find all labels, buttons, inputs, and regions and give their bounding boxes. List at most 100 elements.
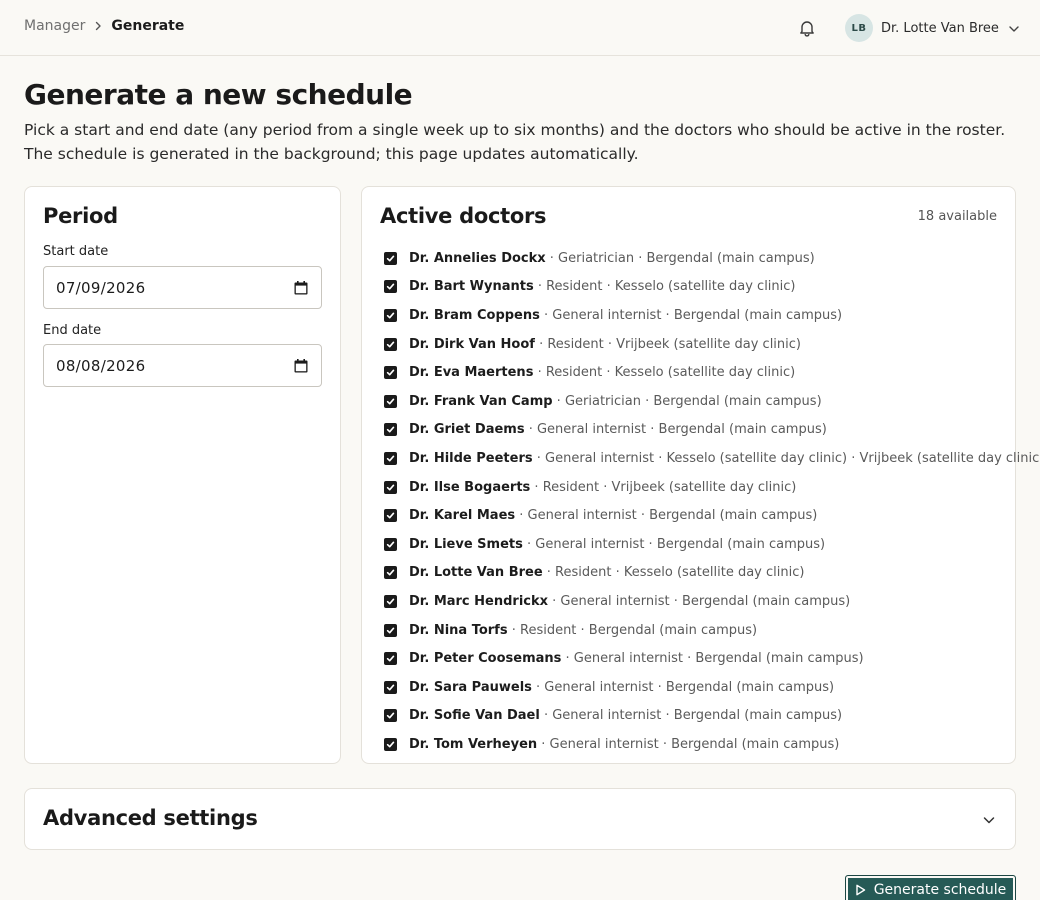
breadcrumb-current: Generate xyxy=(111,18,185,34)
calendar-icon[interactable] xyxy=(293,358,309,374)
check-icon xyxy=(386,598,395,605)
doctor-checkbox[interactable] xyxy=(384,337,397,351)
doctor-label[interactable]: Dr. Ilse Bogaerts · Resident · Vrijbeek … xyxy=(409,480,796,495)
doctor-label[interactable]: Dr. Frank Van Camp · Geriatrician · Berg… xyxy=(409,394,822,409)
user-menu[interactable]: LB Dr. Lotte Van Bree xyxy=(845,14,1021,42)
doctor-name: Dr. Lotte Van Bree xyxy=(409,565,543,581)
generate-schedule-button[interactable]: Generate schedule xyxy=(845,875,1016,900)
check-icon xyxy=(386,569,395,576)
check-icon xyxy=(386,283,395,290)
doctor-row[interactable]: Dr. Dirk Van Hoof · Resident · Vrijbeek … xyxy=(384,330,1004,359)
start-date-label: Start date xyxy=(43,244,109,259)
doctor-label[interactable]: Dr. Nina Torfs · Resident · Bergendal (m… xyxy=(409,623,757,638)
doctor-list: Dr. Annelies Dockx · Geriatrician · Berg… xyxy=(384,244,1040,759)
doctor-checkbox[interactable] xyxy=(384,423,397,437)
doctor-name: Dr. Sofie Van Dael xyxy=(409,708,540,724)
doctor-row[interactable]: Dr. Karel Maes · General internist · Ber… xyxy=(384,501,1004,530)
doctor-checkbox[interactable] xyxy=(384,394,397,408)
doctor-row[interactable]: Dr. Lotte Van Bree · Resident · Kesselo … xyxy=(384,559,1004,588)
doctor-row[interactable]: Dr. Lieve Smets · General internist · Be… xyxy=(384,530,1004,559)
doctor-checkbox[interactable] xyxy=(384,366,397,380)
check-icon xyxy=(386,255,395,262)
doctor-checkbox[interactable] xyxy=(384,451,397,465)
doctor-row[interactable]: Dr. Marc Hendrickx · General internist ·… xyxy=(384,587,1004,616)
check-icon xyxy=(386,741,395,748)
doctor-label[interactable]: Dr. Lotte Van Bree · Resident · Kesselo … xyxy=(409,565,804,580)
active-doctors-card: Active doctors 18 available Dr. Annelies… xyxy=(361,186,1040,764)
doctor-checkbox[interactable] xyxy=(384,537,397,551)
doctor-label[interactable]: Dr. Bram Coppens · General internist · B… xyxy=(409,308,842,323)
doctor-details: · General internist · Bergendal (main ca… xyxy=(531,679,835,695)
doctor-checkbox[interactable] xyxy=(384,480,397,494)
doctor-row[interactable]: Dr. Nina Torfs · Resident · Bergendal (m… xyxy=(384,616,1004,645)
doctor-checkbox[interactable] xyxy=(384,251,397,265)
avatar: LB xyxy=(845,14,873,42)
doctor-name: Dr. Marc Hendrickx xyxy=(409,593,549,609)
doctor-label[interactable]: Dr. Hilde Peeters · General internist · … xyxy=(409,451,1040,466)
doctor-checkbox[interactable] xyxy=(384,594,397,608)
doctor-checkbox[interactable] xyxy=(384,680,397,694)
breadcrumb-manager-link[interactable]: Manager xyxy=(24,18,85,34)
doctor-checkbox[interactable] xyxy=(384,566,397,580)
end-date-value: 08/08/2026 xyxy=(56,356,146,375)
doctor-checkbox[interactable] xyxy=(384,737,397,751)
doctor-name: Dr. Ilse Bogaerts xyxy=(409,479,531,495)
chevron-down-icon xyxy=(1007,21,1021,35)
doctor-row[interactable]: Dr. Eva Maertens · Resident · Kesselo (s… xyxy=(384,358,1004,387)
check-icon xyxy=(386,684,395,691)
doctor-checkbox[interactable] xyxy=(384,623,397,637)
check-icon xyxy=(386,312,395,319)
page-title: Generate a new schedule xyxy=(24,78,413,111)
doctor-name: Dr. Griet Daems xyxy=(409,422,525,438)
doctor-details: · General internist · Bergendal (main ca… xyxy=(524,422,827,438)
doctor-checkbox[interactable] xyxy=(384,280,397,294)
start-date-input[interactable]: 07/09/2026 xyxy=(43,266,322,309)
doctor-row[interactable]: Dr. Ilse Bogaerts · Resident · Vrijbeek … xyxy=(384,473,1004,502)
check-icon xyxy=(386,398,395,405)
doctor-label[interactable]: Dr. Bart Wynants · Resident · Kesselo (s… xyxy=(409,279,796,294)
end-date-input[interactable]: 08/08/2026 xyxy=(43,344,322,387)
doctor-checkbox[interactable] xyxy=(384,709,397,723)
doctor-label[interactable]: Dr. Tom Verheyen · General internist · B… xyxy=(409,737,839,752)
doctor-row[interactable]: Dr. Bart Wynants · Resident · Kesselo (s… xyxy=(384,273,1004,302)
doctor-name: Dr. Annelies Dockx xyxy=(409,250,546,266)
doctor-name: Dr. Eva Maertens xyxy=(409,365,534,381)
doctor-label[interactable]: Dr. Peter Coosemans · General internist … xyxy=(409,651,864,666)
doctor-name: Dr. Peter Coosemans xyxy=(409,651,562,667)
doctor-label[interactable]: Dr. Eva Maertens · Resident · Kesselo (s… xyxy=(409,365,795,380)
doctor-label[interactable]: Dr. Karel Maes · General internist · Ber… xyxy=(409,508,817,523)
doctor-checkbox[interactable] xyxy=(384,509,397,523)
doctor-details: · General internist · Bergendal (main ca… xyxy=(537,736,840,752)
bell-icon[interactable] xyxy=(797,18,817,38)
doctor-label[interactable]: Dr. Annelies Dockx · Geriatrician · Berg… xyxy=(409,251,815,266)
advanced-settings-toggle[interactable]: Advanced settings xyxy=(24,788,1016,850)
doctor-details: · Geriatrician · Bergendal (main campus) xyxy=(552,393,822,409)
doctor-label[interactable]: Dr. Lieve Smets · General internist · Be… xyxy=(409,537,825,552)
top-bar: Manager Generate LB Dr. Lotte Van Bree xyxy=(0,0,1040,56)
doctor-label[interactable]: Dr. Griet Daems · General internist · Be… xyxy=(409,422,827,437)
doctor-name: Dr. Sara Pauwels xyxy=(409,679,532,695)
doctor-row[interactable]: Dr. Hilde Peeters · General internist · … xyxy=(384,444,1040,473)
play-icon xyxy=(856,884,865,896)
doctor-row[interactable]: Dr. Griet Daems · General internist · Be… xyxy=(384,416,1004,445)
doctor-checkbox[interactable] xyxy=(384,652,397,666)
doctor-details: · General internist · Bergendal (main ca… xyxy=(539,307,843,323)
doctor-row[interactable]: Dr. Tom Verheyen · General internist · B… xyxy=(384,730,1004,759)
doctor-label[interactable]: Dr. Marc Hendrickx · General internist ·… xyxy=(409,594,850,609)
doctor-row[interactable]: Dr. Annelies Dockx · Geriatrician · Berg… xyxy=(384,244,1004,273)
doctor-label[interactable]: Dr. Sara Pauwels · General internist · B… xyxy=(409,680,834,695)
doctor-checkbox[interactable] xyxy=(384,308,397,322)
doctor-label[interactable]: Dr. Dirk Van Hoof · Resident · Vrijbeek … xyxy=(409,337,801,352)
doctor-row[interactable]: Dr. Bram Coppens · General internist · B… xyxy=(384,301,1004,330)
doctor-details: · General internist · Bergendal (main ca… xyxy=(515,508,818,524)
calendar-icon[interactable] xyxy=(293,280,309,296)
doctor-name: Dr. Nina Torfs xyxy=(409,622,508,638)
doctor-row[interactable]: Dr. Peter Coosemans · General internist … xyxy=(384,644,1004,673)
doctor-details: · General internist · Bergendal (main ca… xyxy=(539,708,843,724)
check-icon xyxy=(386,484,395,491)
doctor-row[interactable]: Dr. Sara Pauwels · General internist · B… xyxy=(384,673,1004,702)
doctor-label[interactable]: Dr. Sofie Van Dael · General internist ·… xyxy=(409,708,842,723)
doctor-row[interactable]: Dr. Frank Van Camp · Geriatrician · Berg… xyxy=(384,387,1004,416)
doctor-row[interactable]: Dr. Sofie Van Dael · General internist ·… xyxy=(384,702,1004,731)
chevron-right-icon xyxy=(85,18,111,34)
